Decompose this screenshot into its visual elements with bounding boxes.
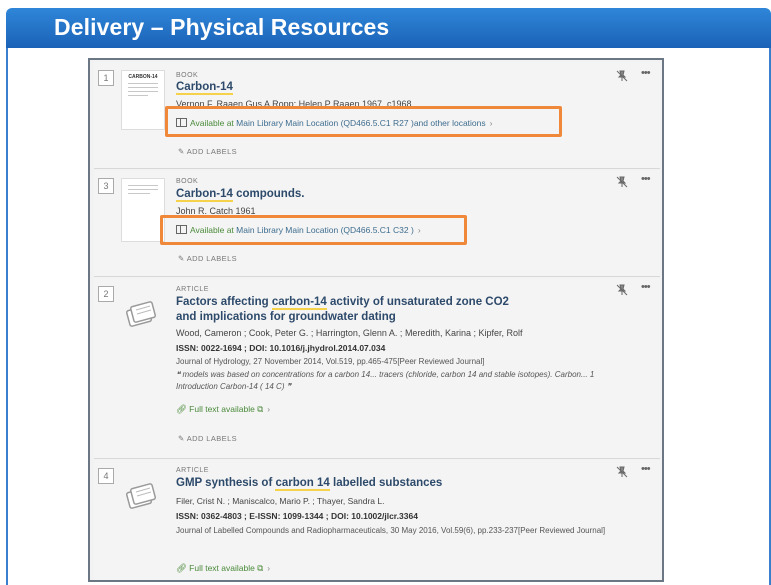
more-options-icon[interactable]: ••• (641, 463, 651, 475)
chevron-right-icon: › (267, 563, 271, 573)
article-icon (126, 483, 156, 509)
full-text-link[interactable]: 🔗︎ Full text available ⧉ › (176, 404, 270, 415)
pin-icon[interactable] (616, 70, 628, 82)
result-title-rest[interactable]: compounds. (233, 188, 304, 200)
result-title-rest[interactable]: labelled substances (330, 477, 442, 489)
result-identifiers: ISSN: 0362-4803 ; E-ISSN: 1099-1344 ; DO… (176, 511, 418, 521)
result-identifiers: ISSN: 0022-1694 ; DOI: 10.1016/j.jhydrol… (176, 343, 386, 353)
add-labels-text: ADD LABELS (186, 254, 238, 263)
add-labels-text: ADD LABELS (186, 434, 238, 443)
more-options-icon[interactable]: ••• (641, 67, 651, 79)
external-link-icon: ⧉ (254, 563, 264, 573)
thumbnail-title: CARBON-14 (128, 74, 158, 80)
add-labels-button[interactable]: ✎ ADD LABELS (178, 147, 237, 156)
snippet-text: models was based on concentrations for a… (176, 370, 595, 391)
slide-frame-left (6, 48, 8, 585)
result-card[interactable]: 2 ARTICLE Factors affecting carbon-14 ac… (94, 278, 660, 459)
result-card[interactable]: 4 ARTICLE GMP synthesis of carbon 14 lab… (94, 460, 660, 580)
external-link-icon: ⧉ (254, 404, 264, 414)
result-number: 2 (98, 286, 114, 302)
result-title-link[interactable]: Carbon-14 (176, 81, 233, 95)
resource-type: BOOK (176, 178, 199, 185)
result-number: 1 (98, 70, 114, 86)
result-title[interactable]: GMP synthesis of carbon 14 labelled subs… (176, 476, 596, 491)
result-snippet: ❝ models was based on concentrations for… (176, 369, 596, 393)
result-source: Journal of Labelled Compounds and Radiop… (176, 526, 606, 535)
availability-highlight-box (165, 106, 562, 137)
full-text-link[interactable]: 🔗︎ Full text available ⧉ › (176, 563, 270, 574)
more-options-icon[interactable]: ••• (641, 173, 651, 185)
chevron-right-icon: › (267, 404, 271, 414)
result-title-pre[interactable]: Factors affecting (176, 296, 272, 308)
add-labels-button[interactable]: ✎ ADD LABELS (178, 434, 237, 443)
result-byline: Filer, Crist N. ; Maniscalco, Mario P. ;… (176, 496, 385, 506)
slide: Delivery – Physical Resources 1 CARBON-1… (0, 0, 771, 585)
result-byline: Wood, Cameron ; Cook, Peter G. ; Harring… (176, 328, 523, 338)
result-title-link[interactable]: Carbon-14 (176, 188, 233, 202)
result-title-link[interactable]: carbon-14 (271, 296, 327, 310)
book-cover-thumbnail[interactable]: CARBON-14 (121, 70, 165, 130)
pin-icon[interactable] (616, 284, 628, 296)
result-title[interactable]: Carbon-14 (176, 80, 596, 95)
article-icon (126, 301, 156, 327)
book-cover-thumbnail[interactable] (121, 178, 165, 242)
resource-type: BOOK (176, 72, 199, 79)
full-text-label[interactable]: Full text available (189, 404, 255, 414)
result-title-link[interactable]: carbon 14 (275, 477, 330, 491)
pin-icon[interactable] (616, 466, 628, 478)
result-title[interactable]: Factors affecting carbon-14 activity of … (176, 295, 516, 325)
quote-close-icon: ❞ (284, 382, 292, 391)
full-text-label[interactable]: Full text available (189, 563, 255, 573)
result-source: Journal of Hydrology, 27 November 2014, … (176, 357, 485, 366)
result-number: 3 (98, 178, 114, 194)
link-icon: 🔗︎ (176, 404, 190, 414)
tag-icon: ✎ (178, 254, 187, 263)
result-title-pre[interactable]: GMP synthesis of (176, 477, 275, 489)
tag-icon: ✎ (178, 147, 187, 156)
link-icon: 🔗︎ (176, 563, 190, 573)
add-labels-button[interactable]: ✎ ADD LABELS (178, 254, 237, 263)
result-number: 4 (98, 468, 114, 484)
pin-icon[interactable] (616, 176, 628, 188)
more-options-icon[interactable]: ••• (641, 281, 651, 293)
slide-title: Delivery – Physical Resources (54, 14, 390, 40)
slide-header: Delivery – Physical Resources (6, 8, 771, 48)
result-title[interactable]: Carbon-14 compounds. (176, 187, 596, 202)
resource-type: ARTICLE (176, 286, 209, 293)
resource-type: ARTICLE (176, 467, 209, 474)
availability-highlight-box (160, 215, 467, 245)
add-labels-text: ADD LABELS (186, 147, 238, 156)
tag-icon: ✎ (178, 434, 187, 443)
